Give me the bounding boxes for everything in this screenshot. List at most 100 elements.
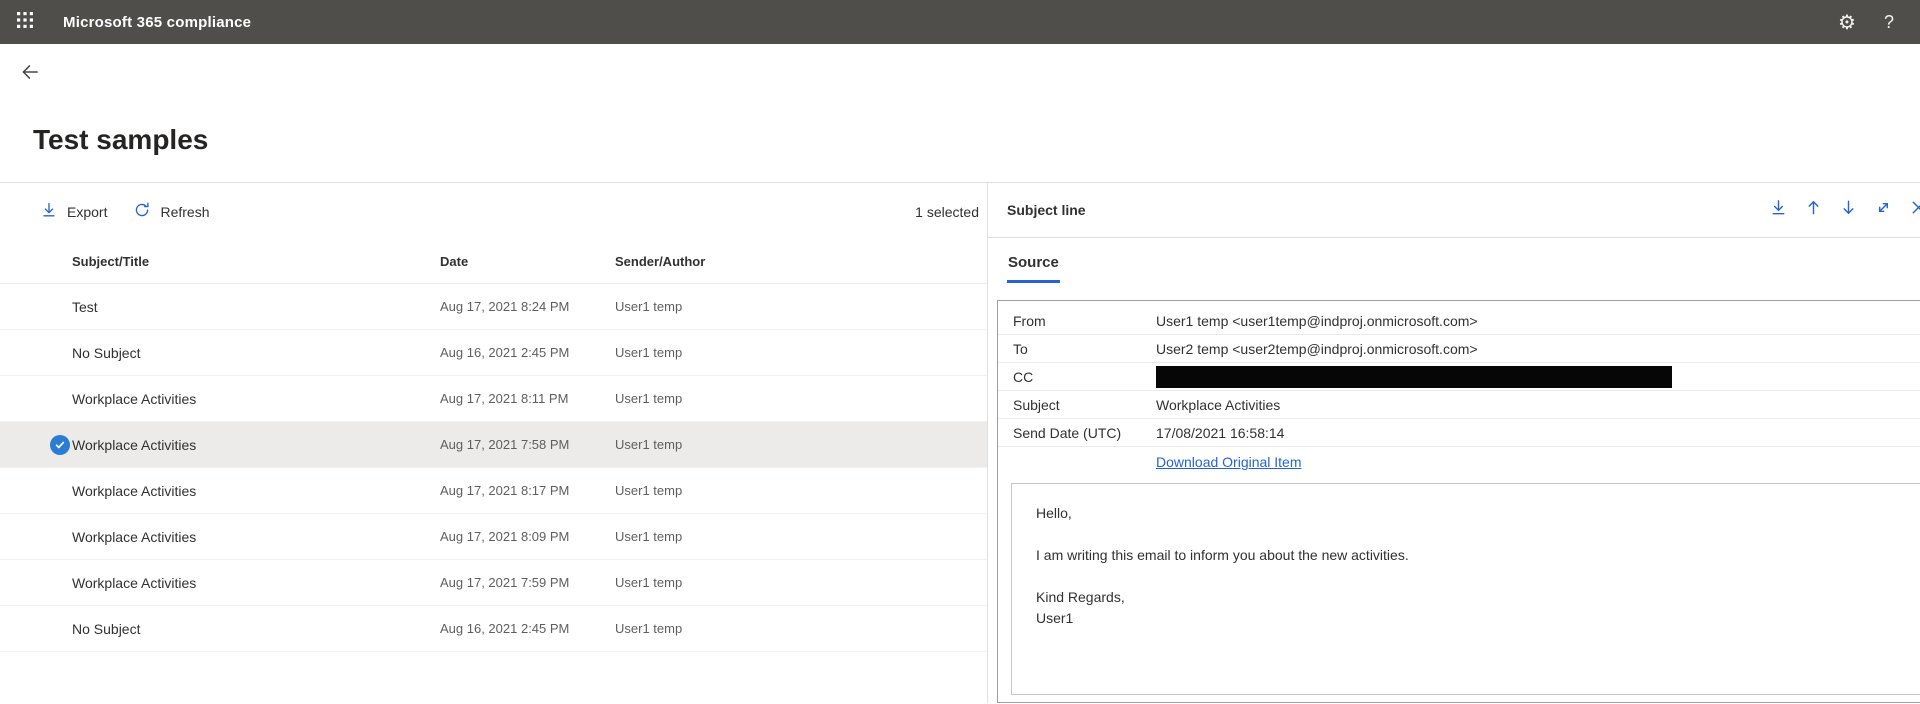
back-button[interactable] <box>13 57 47 91</box>
row-date: Aug 16, 2021 2:45 PM <box>440 345 615 360</box>
tab-source[interactable]: Source <box>1007 254 1060 283</box>
message-body: Hello, I am writing this email to inform… <box>1011 483 1920 695</box>
row-date: Aug 17, 2021 8:11 PM <box>440 391 615 406</box>
message-body-line <box>1036 524 1902 545</box>
row-sender: User1 temp <box>615 621 987 636</box>
app-title: Microsoft 365 compliance <box>63 14 251 31</box>
app-launcher-icon <box>17 12 33 33</box>
download-original-link[interactable]: Download Original Item <box>1156 454 1302 470</box>
row-sender: User1 temp <box>615 529 987 544</box>
next-item-button[interactable] <box>1831 193 1866 228</box>
table-row[interactable]: Workplace Activities Aug 17, 2021 8:11 P… <box>0 376 987 422</box>
message-body-line: Kind Regards, <box>1036 587 1902 608</box>
gear-icon: ⚙ <box>1838 10 1856 35</box>
row-subject: Workplace Activities <box>72 529 440 545</box>
table-row[interactable]: Test Aug 17, 2021 8:24 PM User1 temp <box>0 284 987 330</box>
message-field-row: Send Date (UTC) 17/08/2021 16:58:14 <box>998 419 1920 447</box>
row-sender: User1 temp <box>615 345 987 360</box>
field-value: User1 temp <user1temp@indproj.onmicrosof… <box>1156 313 1920 329</box>
table-row[interactable]: Workplace Activities Aug 17, 2021 7:59 P… <box>0 560 987 606</box>
main-content: Export Refresh 1 selected Subject/Title … <box>0 182 1920 703</box>
row-date: Aug 17, 2021 7:59 PM <box>440 575 615 590</box>
message-field-row: Subject Workplace Activities <box>998 391 1920 419</box>
message-body-line: User1 <box>1036 608 1902 629</box>
preview-actions <box>1761 193 1920 228</box>
field-value <box>1156 366 1920 388</box>
row-subject: Workplace Activities <box>72 575 440 591</box>
refresh-icon <box>133 201 151 222</box>
message-body-line: Hello, <box>1036 503 1902 524</box>
message-fields: From User1 temp <user1temp@indproj.onmic… <box>998 307 1920 477</box>
close-preview-button[interactable] <box>1901 193 1920 228</box>
samples-list-pane: Export Refresh 1 selected Subject/Title … <box>0 183 988 703</box>
close-icon <box>1909 198 1920 222</box>
table-header: Subject/Title Date Sender/Author <box>0 240 987 284</box>
download-original-row: Download Original Item <box>998 447 1920 477</box>
export-label: Export <box>67 204 107 220</box>
table-row[interactable]: No Subject Aug 16, 2021 2:45 PM User1 te… <box>0 606 987 652</box>
table-row[interactable]: No Subject Aug 16, 2021 2:45 PM User1 te… <box>0 330 987 376</box>
row-date: Aug 16, 2021 2:45 PM <box>440 621 615 636</box>
back-arrow-icon <box>19 61 41 88</box>
expand-diagonal-icon <box>1874 198 1893 222</box>
settings-button[interactable]: ⚙ <box>1826 0 1868 44</box>
expand-button[interactable] <box>1866 193 1901 228</box>
row-subject: Workplace Activities <box>72 391 440 407</box>
selected-check-icon <box>50 435 70 455</box>
column-header-subject[interactable]: Subject/Title <box>72 254 440 269</box>
help-button[interactable]: ? <box>1868 0 1910 44</box>
redaction-bar <box>1156 366 1672 388</box>
field-value: Workplace Activities <box>1156 397 1920 413</box>
message-field-row: From User1 temp <user1temp@indproj.onmic… <box>998 307 1920 335</box>
row-sender: User1 temp <box>615 575 987 590</box>
download-item-button[interactable] <box>1761 193 1796 228</box>
field-label: Send Date (UTC) <box>1013 425 1156 441</box>
row-sender: User1 temp <box>615 391 987 406</box>
column-header-sender[interactable]: Sender/Author <box>615 254 987 269</box>
previous-item-button[interactable] <box>1796 193 1831 228</box>
app-launcher-button[interactable] <box>0 0 50 44</box>
field-value: 17/08/2021 16:58:14 <box>1156 425 1920 441</box>
field-label: Subject <box>1013 397 1156 413</box>
selected-count: 1 selected <box>915 204 987 220</box>
preview-header: Subject line <box>988 183 1920 238</box>
field-label: CC <box>1013 369 1156 385</box>
row-sender: User1 temp <box>615 483 987 498</box>
arrow-down-icon <box>1839 198 1858 222</box>
list-toolbar: Export Refresh 1 selected <box>0 183 987 240</box>
row-date: Aug 17, 2021 7:58 PM <box>440 437 615 452</box>
row-date: Aug 17, 2021 8:09 PM <box>440 529 615 544</box>
samples-table-body: Test Aug 17, 2021 8:24 PM User1 temp No … <box>0 284 987 652</box>
row-sender: User1 temp <box>615 437 987 452</box>
arrow-up-icon <box>1804 198 1823 222</box>
refresh-button[interactable]: Refresh <box>133 201 209 222</box>
row-select-cell[interactable] <box>0 435 72 455</box>
table-row[interactable]: Workplace Activities Aug 17, 2021 8:17 P… <box>0 468 987 514</box>
field-value: User2 temp <user2temp@indproj.onmicrosof… <box>1156 341 1920 357</box>
preview-tabs: Source <box>988 254 1920 283</box>
row-subject: Workplace Activities <box>72 437 440 453</box>
message-body-line: I am writing this email to inform you ab… <box>1036 545 1902 566</box>
message-field-row: CC <box>998 363 1920 391</box>
message-field-row: To User2 temp <user2temp@indproj.onmicro… <box>998 335 1920 363</box>
message-body-line <box>1036 566 1902 587</box>
preview-pane: Subject line <box>988 183 1920 703</box>
row-subject: No Subject <box>72 621 440 637</box>
app-top-bar: Microsoft 365 compliance ⚙ ? <box>0 0 1920 44</box>
table-row[interactable]: Workplace Activities Aug 17, 2021 7:58 P… <box>0 422 987 468</box>
export-button[interactable]: Export <box>40 201 107 222</box>
message-detail-box: From User1 temp <user1temp@indproj.onmic… <box>997 300 1920 703</box>
table-row[interactable]: Workplace Activities Aug 17, 2021 8:09 P… <box>0 514 987 560</box>
preview-title: Subject line <box>1007 202 1086 218</box>
column-header-date[interactable]: Date <box>440 254 615 269</box>
field-label: From <box>1013 313 1156 329</box>
row-subject: Test <box>72 299 440 315</box>
field-label: To <box>1013 341 1156 357</box>
row-date: Aug 17, 2021 8:24 PM <box>440 299 615 314</box>
help-icon: ? <box>1884 12 1894 33</box>
refresh-label: Refresh <box>160 204 209 220</box>
row-date: Aug 17, 2021 8:17 PM <box>440 483 615 498</box>
page-title: Test samples <box>33 122 1920 158</box>
row-sender: User1 temp <box>615 299 987 314</box>
row-subject: Workplace Activities <box>72 483 440 499</box>
